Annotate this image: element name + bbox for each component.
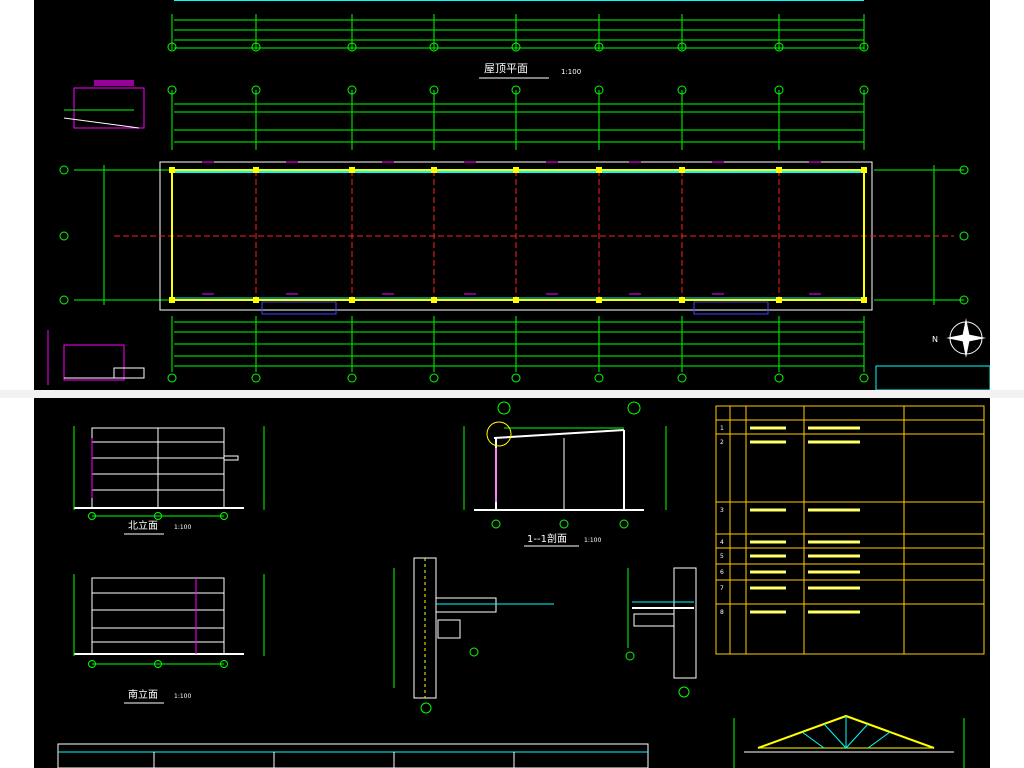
north-elevation-title: 北立面 (128, 519, 158, 532)
south-elevation-scale: 1:100 (174, 693, 191, 700)
svg-text:N: N (932, 335, 938, 344)
section-1-1 (463, 401, 667, 529)
axis-bubble (167, 373, 177, 383)
section-scale: 1:100 (584, 537, 601, 544)
eave-detail (625, 567, 697, 698)
roof-plan-sheet: 屋顶平面 1:100 N (34, 0, 990, 390)
roof-plan-drawing: 屋顶平面 1:100 N (47, 0, 990, 390)
axis-bubble (594, 373, 604, 383)
axis-bubble (251, 373, 261, 383)
axis-bubble (429, 373, 439, 383)
table-row-number: 6 (720, 569, 724, 576)
legend-symbol-top-left (63, 80, 145, 129)
column (861, 167, 867, 173)
column (431, 167, 437, 173)
long-elevation-strip (57, 743, 649, 768)
sheet-separator (0, 390, 1024, 398)
south-elevation-title: 南立面 (128, 688, 158, 701)
axis-bubble-side (59, 295, 69, 305)
column (253, 297, 259, 303)
axis-bubble-side (59, 231, 69, 241)
column (596, 167, 602, 173)
column (513, 167, 519, 173)
title-block-corner (875, 365, 990, 390)
column (679, 167, 685, 173)
north-compass-icon: N (932, 318, 986, 358)
column (169, 167, 175, 173)
axis-bubble (511, 373, 521, 383)
roof-truss (733, 714, 965, 768)
legend-symbol-bottom-left (47, 330, 145, 385)
column (776, 297, 782, 303)
table-row-number: 3 (720, 507, 724, 514)
table-row-number: 1 (720, 425, 724, 432)
gutter-pit (693, 301, 769, 315)
column (596, 297, 602, 303)
wall-detail (393, 557, 554, 714)
column (253, 167, 259, 173)
south-elevation (73, 574, 265, 668)
gutter-pit (261, 301, 337, 315)
column (513, 297, 519, 303)
elevations-sheet: 北立面 1:100 南立面 1:100 1--1剖面 1:100 1 2 3 4… (34, 398, 990, 768)
column (861, 297, 867, 303)
column (349, 297, 355, 303)
table-row-number: 2 (720, 439, 724, 446)
axis-bubble-side (59, 165, 69, 175)
table-row-number: 4 (720, 539, 724, 546)
plan-title: 屋顶平面 (484, 62, 528, 75)
axis-bubble (347, 373, 357, 383)
plan-scale: 1:100 (561, 68, 581, 76)
north-elevation-scale: 1:100 (174, 524, 191, 531)
column (431, 297, 437, 303)
section-title: 1--1剖面 (527, 532, 567, 545)
table-row-number: 7 (720, 585, 724, 592)
axis-bubble (774, 373, 784, 383)
axis-bubble (859, 373, 869, 383)
table-row-number: 5 (720, 553, 724, 560)
materials-table: 1 2 3 4 5 6 7 8 (715, 405, 985, 655)
axis-bubble-side (959, 231, 969, 241)
elevations-drawing: 北立面 1:100 南立面 1:100 1--1剖面 1:100 1234567… (57, 401, 985, 768)
north-elevation (73, 426, 265, 520)
axis-bubble (677, 373, 687, 383)
column (776, 167, 782, 173)
column (679, 297, 685, 303)
column (169, 297, 175, 303)
column (349, 167, 355, 173)
table-row-number: 8 (720, 609, 724, 616)
